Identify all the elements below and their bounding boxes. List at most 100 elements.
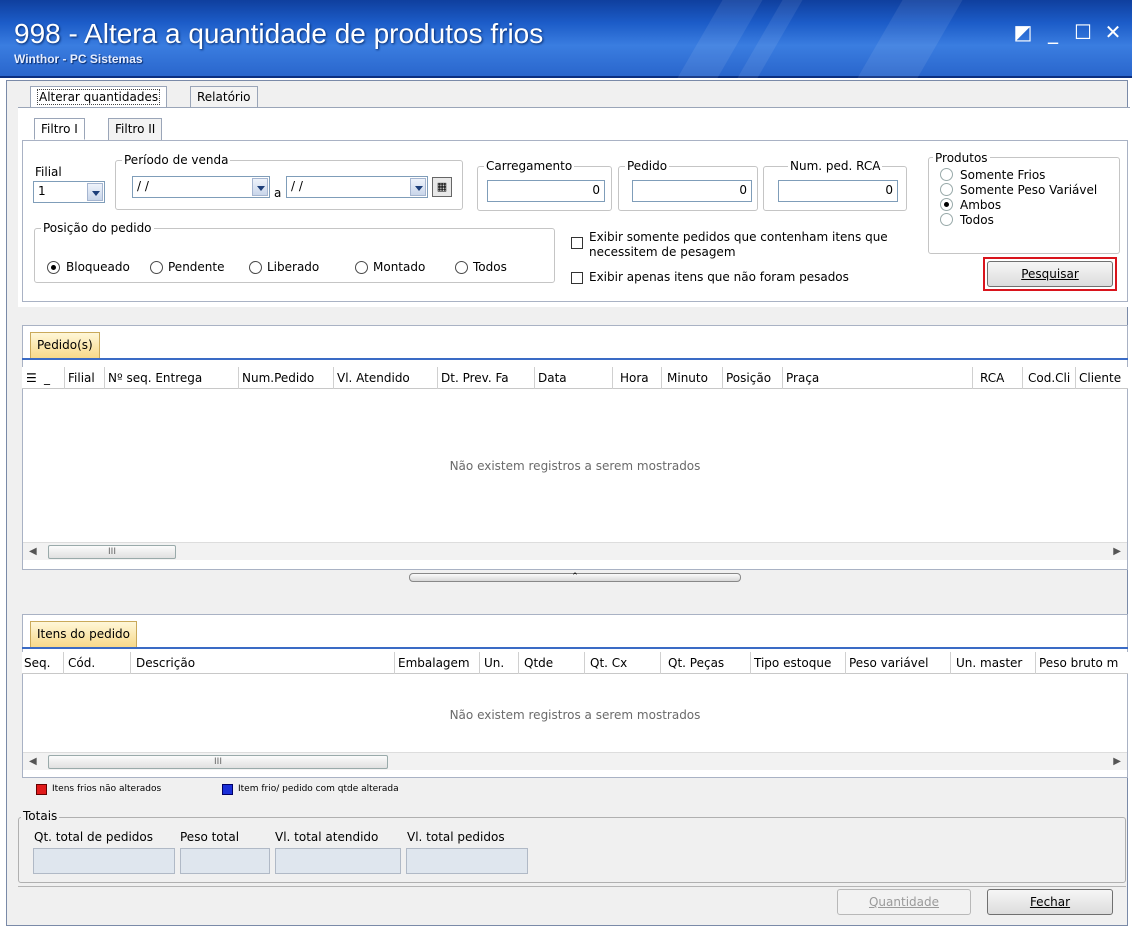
scroll-right-icon[interactable]: ▶ xyxy=(1113,546,1121,557)
col-cod-cli[interactable]: Cod.Cli xyxy=(1028,371,1070,385)
vl-total-atendido-field xyxy=(275,848,401,874)
col-embalagem[interactable]: Embalagem xyxy=(398,656,470,670)
close-button[interactable]: ✕ xyxy=(1102,22,1124,44)
scroll-left-icon[interactable]: ◀ xyxy=(29,756,37,767)
col-descricao[interactable]: Descrição xyxy=(136,656,195,670)
col-qtde[interactable]: Qtde xyxy=(524,656,553,670)
scroll-right-icon[interactable]: ▶ xyxy=(1113,756,1121,767)
radio-label: Somente Peso Variável xyxy=(960,183,1098,197)
filial-select[interactable]: 1 xyxy=(33,181,105,203)
col-cliente[interactable]: Cliente xyxy=(1079,371,1121,385)
checkbox-nao-pesados[interactable] xyxy=(571,272,583,284)
radio-pendente[interactable] xyxy=(150,261,163,274)
itens-band xyxy=(22,647,1128,649)
col-num-pedido[interactable]: Num.Pedido xyxy=(242,371,314,385)
maximize-button[interactable]: ☐ xyxy=(1072,22,1094,44)
tab-pedidos[interactable]: Pedido(s) xyxy=(30,332,100,358)
col-data[interactable]: Data xyxy=(538,371,567,385)
fechar-button[interactable]: Fechar xyxy=(987,889,1113,915)
numped-input[interactable]: 0 xyxy=(778,180,898,202)
radio-todos-produtos[interactable] xyxy=(940,213,953,226)
col-tipo-estoque[interactable]: Tipo estoque xyxy=(754,656,831,670)
scroll-thumb[interactable]: III xyxy=(48,755,388,769)
pedidos-hscroll[interactable]: ◀ III ▶ xyxy=(23,542,1127,560)
posicao-label: Posição do pedido xyxy=(41,221,154,235)
total-pedidos-label: Qt. total de pedidos xyxy=(34,830,154,844)
filial-label: Filial xyxy=(35,165,62,179)
radio-somente-peso-variavel[interactable] xyxy=(940,183,953,196)
peso-total-field xyxy=(180,848,270,874)
col-un-master[interactable]: Un. master xyxy=(956,656,1022,670)
col-rca[interactable]: RCA xyxy=(980,371,1004,385)
columns-icon[interactable]: ☰ xyxy=(26,371,37,385)
tab-filtro-2[interactable]: Filtro II xyxy=(108,118,163,140)
numped-label: Num. ped. RCA xyxy=(788,159,883,173)
radio-todos-posicao[interactable] xyxy=(455,261,468,274)
radio-label: Pendente xyxy=(168,260,225,274)
total-pedidos-field xyxy=(33,848,175,874)
footer-divider xyxy=(18,886,1126,887)
radio-label: Bloqueado xyxy=(66,260,130,274)
radio-somente-frios[interactable] xyxy=(940,168,953,181)
chevron-down-icon[interactable] xyxy=(410,178,426,196)
tab-relatorio[interactable]: Relatório xyxy=(190,86,258,108)
vl-total-pedidos-label: Vl. total pedidos xyxy=(407,830,505,844)
periodo-label: Período de venda xyxy=(122,153,231,167)
col-seq-entrega[interactable]: Nº seq. Entrega xyxy=(108,371,202,385)
checkbox-pesagem[interactable] xyxy=(571,237,583,249)
produtos-label: Produtos xyxy=(933,151,990,165)
col-hora[interactable]: Hora xyxy=(620,371,649,385)
quantidade-button[interactable]: Quantidade xyxy=(837,889,971,915)
pedidos-header: ☰ _ Filial Nº seq. Entrega Num.Pedido Vl… xyxy=(22,367,1128,389)
radio-ambos[interactable] xyxy=(940,198,953,211)
periodo-to-field[interactable]: / / xyxy=(286,176,428,198)
legend-red-label: Itens frios não alterados xyxy=(52,784,162,794)
vl-total-atendido-label: Vl. total atendido xyxy=(275,830,379,844)
chevron-down-icon[interactable] xyxy=(252,178,268,196)
pesquisar-button[interactable]: Pesquisar xyxy=(987,261,1113,287)
col-marker: _ xyxy=(44,371,50,385)
col-posicao[interactable]: Posição xyxy=(726,371,771,385)
pedido-label: Pedido xyxy=(625,159,670,173)
col-praca[interactable]: Praça xyxy=(786,371,819,385)
pedido-input[interactable]: 0 xyxy=(632,180,752,202)
radio-label: Montado xyxy=(373,260,426,274)
itens-header: Seq. Cód. Descrição Embalagem Un. Qtde Q… xyxy=(22,652,1128,674)
radio-label: Liberado xyxy=(267,260,320,274)
splitter-handle[interactable]: ⌃ xyxy=(409,573,741,582)
col-seq[interactable]: Seq. xyxy=(24,656,50,670)
col-vl-atendido[interactable]: Vl. Atendido xyxy=(337,371,410,385)
minimize-button[interactable]: _ xyxy=(1042,22,1064,44)
radio-liberado[interactable] xyxy=(249,261,262,274)
col-un[interactable]: Un. xyxy=(484,656,504,670)
restore-icon[interactable]: ◩ xyxy=(1012,22,1034,44)
col-cod[interactable]: Cód. xyxy=(68,656,95,670)
legend-blue-swatch xyxy=(222,784,233,795)
col-dt-prev[interactable]: Dt. Prev. Fa xyxy=(441,371,509,385)
carregamento-input[interactable]: 0 xyxy=(487,180,605,202)
radio-bloqueado[interactable] xyxy=(47,261,60,274)
scroll-thumb[interactable]: III xyxy=(48,545,176,559)
col-filial[interactable]: Filial xyxy=(68,371,95,385)
col-peso-bruto[interactable]: Peso bruto m xyxy=(1039,656,1118,670)
legend-red-swatch xyxy=(36,784,47,795)
itens-hscroll[interactable]: ◀ III ▶ xyxy=(23,752,1127,770)
periodo-from-field[interactable]: / / xyxy=(132,176,270,198)
checkbox-pesagem-label: Exibir somente pedidos que contenham ite… xyxy=(589,230,888,244)
col-qt-pecas[interactable]: Qt. Peças xyxy=(668,656,724,670)
calendar-icon[interactable]: ▦ xyxy=(432,177,452,197)
col-qt-cx[interactable]: Qt. Cx xyxy=(590,656,627,670)
peso-total-label: Peso total xyxy=(180,830,240,844)
itens-empty-message: Não existem registros a serem mostrados xyxy=(449,708,701,722)
tab-alterar-quantidades[interactable]: Alterar quantidades xyxy=(30,86,168,108)
pedidos-panel xyxy=(22,325,1128,570)
checkbox-nao-pesados-label: Exibir apenas itens que não foram pesado… xyxy=(589,270,849,284)
chevron-down-icon[interactable] xyxy=(87,183,103,201)
tab-itens-pedido[interactable]: Itens do pedido xyxy=(30,621,137,647)
scroll-left-icon[interactable]: ◀ xyxy=(29,546,37,557)
carregamento-label: Carregamento xyxy=(484,159,575,173)
col-peso-variavel[interactable]: Peso variável xyxy=(849,656,929,670)
col-minuto[interactable]: Minuto xyxy=(667,371,708,385)
tab-filtro-1[interactable]: Filtro I xyxy=(34,118,85,140)
radio-montado[interactable] xyxy=(355,261,368,274)
